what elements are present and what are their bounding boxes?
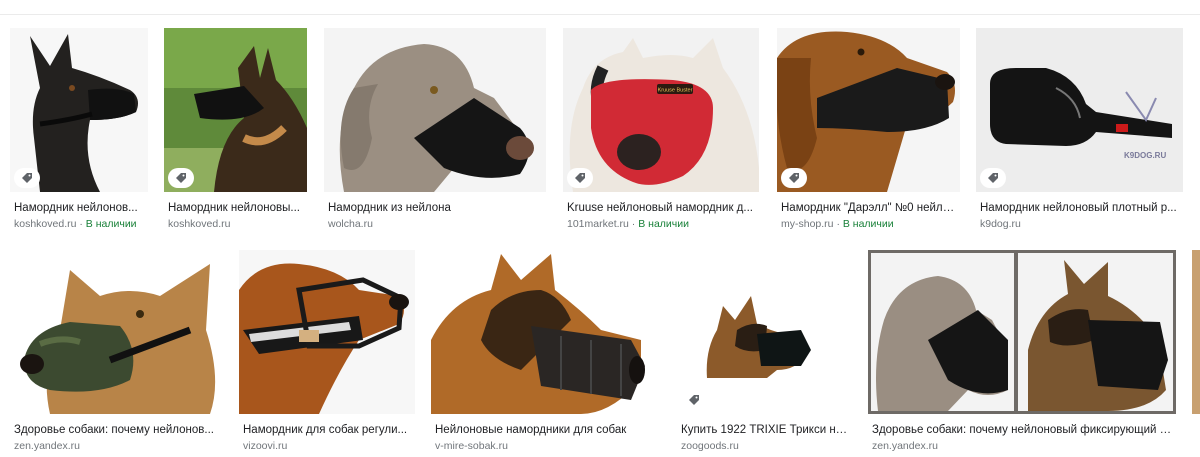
dog-image bbox=[868, 250, 1176, 414]
dog-image bbox=[777, 28, 960, 192]
dog-image bbox=[324, 28, 546, 192]
image-result[interactable]: Купить 1922 TRIXIE Трикси на... zoogoods… bbox=[677, 250, 851, 453]
result-source: wolcha.ru bbox=[328, 218, 373, 230]
result-thumbnail[interactable] bbox=[868, 250, 1176, 414]
top-divider bbox=[0, 14, 1200, 15]
image-result[interactable]: Намордник нейлонов... koshkoved.ru · В н… bbox=[10, 28, 148, 231]
result-source: zoogoods.ru bbox=[681, 440, 739, 452]
result-meta: vizoovi.ru bbox=[239, 440, 415, 453]
result-thumbnail[interactable]: Kruuse Buster bbox=[563, 28, 759, 192]
image-result-partial[interactable] bbox=[1192, 250, 1200, 414]
shopping-tag-icon bbox=[567, 168, 593, 188]
result-thumbnail[interactable] bbox=[239, 250, 415, 414]
result-source: vizoovi.ru bbox=[243, 440, 288, 452]
image-result[interactable]: Намордник из нейлона wolcha.ru bbox=[324, 28, 546, 231]
result-title[interactable]: Намордник для собак регули... bbox=[239, 423, 415, 437]
result-thumbnail[interactable] bbox=[431, 250, 660, 414]
shopping-tag-icon bbox=[781, 168, 807, 188]
image-result[interactable]: Намордник "Дарэлл" №0 нейло... my-shop.r… bbox=[777, 28, 960, 231]
result-meta: zoogoods.ru bbox=[677, 440, 851, 453]
image-result[interactable]: Здоровье собаки: почему нейлонов... zen.… bbox=[10, 250, 222, 453]
result-meta: wolcha.ru bbox=[324, 218, 546, 231]
availability-badge: В наличии bbox=[85, 218, 137, 230]
result-meta: k9dog.ru bbox=[976, 218, 1183, 231]
result-meta: my-shop.ru · В наличии bbox=[777, 218, 960, 231]
image-result[interactable]: K9DOG.RU Намордник нейлоновый плотный р.… bbox=[976, 28, 1183, 231]
meta-separator: · bbox=[631, 218, 636, 230]
result-title[interactable]: Купить 1922 TRIXIE Трикси на... bbox=[677, 423, 851, 437]
result-source: koshkoved.ru bbox=[168, 218, 231, 230]
availability-badge: В наличии bbox=[842, 218, 894, 230]
availability-badge: В наличии bbox=[638, 218, 689, 230]
image-result[interactable]: Kruuse Buster Kruuse нейлоновый намордни… bbox=[563, 28, 759, 231]
shopping-tag-icon bbox=[168, 168, 194, 188]
result-title[interactable]: Kruuse нейлоновый намордник д... bbox=[563, 201, 759, 215]
result-source: zen.yandex.ru bbox=[872, 440, 938, 452]
meta-separator: · bbox=[79, 218, 83, 230]
result-thumbnail[interactable] bbox=[10, 28, 148, 192]
result-thumbnail[interactable] bbox=[324, 28, 546, 192]
dog-image bbox=[239, 250, 415, 414]
shopping-tag-icon bbox=[681, 390, 707, 410]
result-meta: koshkoved.ru bbox=[164, 218, 307, 231]
result-title[interactable]: Намордник нейлоновы... bbox=[164, 201, 307, 215]
dog-image bbox=[677, 250, 851, 414]
result-meta: zen.yandex.ru bbox=[10, 440, 222, 453]
result-title[interactable]: Намордник "Дарэлл" №0 нейло... bbox=[777, 201, 960, 215]
result-thumbnail[interactable] bbox=[1192, 250, 1200, 414]
result-title[interactable]: Здоровье собаки: почему нейлоновый фикси… bbox=[868, 423, 1176, 437]
result-title[interactable]: Здоровье собаки: почему нейлонов... bbox=[10, 423, 222, 437]
result-meta: zen.yandex.ru bbox=[868, 440, 1176, 453]
result-source: v-mire-sobak.ru bbox=[435, 440, 508, 452]
dog-image: Kruuse Buster bbox=[563, 28, 759, 192]
result-thumbnail[interactable] bbox=[10, 250, 222, 414]
result-thumbnail[interactable]: K9DOG.RU bbox=[976, 28, 1183, 192]
result-source: k9dog.ru bbox=[980, 218, 1021, 230]
result-source: zen.yandex.ru bbox=[14, 440, 80, 452]
dog-image bbox=[431, 250, 660, 414]
image-result[interactable]: Намордник для собак регули... vizoovi.ru bbox=[239, 250, 415, 453]
result-source: my-shop.ru bbox=[781, 218, 834, 230]
result-meta: koshkoved.ru · В наличии bbox=[10, 218, 148, 231]
result-title[interactable]: Намордник нейлоновый плотный р... bbox=[976, 201, 1183, 215]
result-title[interactable]: Нейлоновые намордники для собак bbox=[431, 423, 660, 437]
result-source: koshkoved.ru bbox=[14, 218, 77, 230]
result-thumbnail[interactable] bbox=[164, 28, 307, 192]
result-title[interactable]: Намордник нейлонов... bbox=[10, 201, 148, 215]
image-result[interactable]: Нейлоновые намордники для собак v-mire-s… bbox=[431, 250, 660, 453]
muzzle-brand-text: Kruuse Buster bbox=[658, 88, 693, 94]
image-result[interactable]: Здоровье собаки: почему нейлоновый фикси… bbox=[868, 250, 1176, 453]
result-title[interactable]: Намордник из нейлона bbox=[324, 201, 546, 215]
image-result[interactable]: Намордник нейлоновы... koshkoved.ru bbox=[164, 28, 307, 231]
result-meta: v-mire-sobak.ru bbox=[431, 440, 660, 453]
result-source: 101market.ru bbox=[567, 218, 629, 230]
meta-separator: · bbox=[836, 218, 840, 230]
result-meta: 101market.ru · В наличии bbox=[563, 218, 759, 231]
shopping-tag-icon bbox=[980, 168, 1006, 188]
shopping-tag-icon bbox=[14, 168, 40, 188]
dog-image bbox=[10, 250, 222, 414]
result-thumbnail[interactable] bbox=[777, 28, 960, 192]
product-image: K9DOG.RU bbox=[976, 28, 1183, 192]
result-thumbnail[interactable] bbox=[677, 250, 851, 414]
watermark-text: K9DOG.RU bbox=[1124, 151, 1166, 160]
